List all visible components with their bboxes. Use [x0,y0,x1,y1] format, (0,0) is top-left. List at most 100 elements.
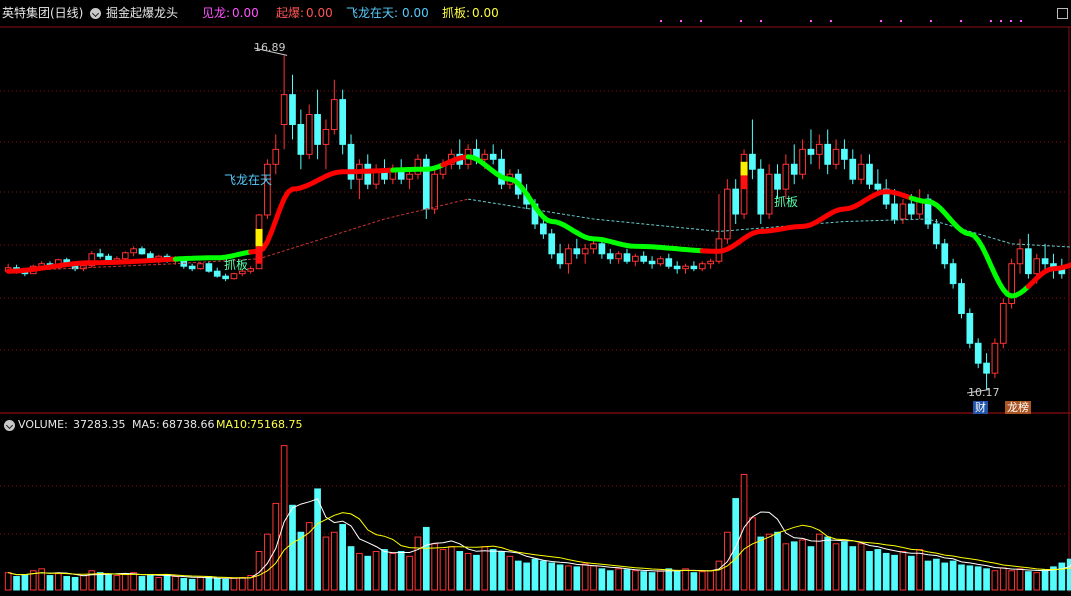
candle-body [673,265,681,270]
volume-bar [1008,570,1015,591]
volume-bar [197,576,204,591]
volume-bar [715,560,723,591]
window-toggle-icon[interactable] [1057,8,1068,19]
indicator-dropdown-icon[interactable] [90,8,101,19]
signal-dot [1010,20,1012,22]
volume-bar [974,566,982,591]
candle-body [565,248,572,265]
candle-body [707,260,714,265]
volume-bar [456,551,464,591]
signal-dot [660,20,662,22]
volume-bar [422,526,430,591]
candle-body [799,148,806,175]
volume-bar [55,573,62,591]
candle-body [682,265,689,270]
volume-bar [849,546,857,591]
volume-bar [121,573,129,591]
volume-bar [397,551,405,591]
volume-bar [1058,562,1066,591]
volume-bar [698,571,706,591]
volume-bar [1025,571,1032,591]
volume-bar [272,502,280,591]
volume-bar [657,570,664,591]
signal-bar-yellow [255,228,263,247]
dragon-list-badge[interactable]: 龙榜 [1005,401,1031,414]
candle-body [197,263,204,270]
candle-body [598,243,606,255]
indicator-name: 掘金起爆龙头 [106,6,179,20]
volume-bar [590,565,597,591]
signal-dot [880,20,882,22]
volume-bar [774,531,781,591]
field-jianlong-label: 见龙: [202,6,231,20]
candle-body [1041,258,1049,265]
candle-body [556,253,564,265]
candle-body [640,255,648,262]
volume-bar [958,564,965,591]
signal-dot [760,20,762,22]
candle-body [322,128,330,145]
candle-body [1033,258,1041,275]
volume-bar [21,574,29,591]
volume-dropdown-icon[interactable] [4,420,15,431]
signal-dot [810,20,812,22]
volume-bar [983,568,990,591]
volume-bar [1041,569,1049,591]
candle-body [698,263,706,270]
candlestick-chart [0,20,1071,592]
candle-body [121,252,129,260]
volume-bar [38,568,45,591]
candle-body [866,163,873,185]
candle-body [314,114,321,145]
candle-body [941,243,949,265]
candle-body [414,158,422,175]
candle-body [297,123,305,155]
volume-bar [815,533,823,591]
volume-bar [799,539,806,591]
volume-bar [297,531,305,591]
signal-dot [700,20,702,22]
volume-bar [999,567,1007,591]
signal-dot [960,20,962,22]
volume-bar [531,558,539,591]
finance-badge[interactable]: 财 [973,401,988,414]
field-feilong-value: 0.00 [402,6,429,20]
volume-bar [841,541,848,591]
zhuaban-annotation-2: 抓板 [774,195,799,209]
volume-bar [581,563,589,591]
field-qibao-label: 起爆: [276,6,305,20]
volume-bar [782,543,790,591]
volume-bar [130,572,137,591]
candle-body [130,248,137,254]
signal-dot [900,20,902,22]
volume-bar [473,554,480,591]
volume-bar [606,570,614,591]
candle-body [999,303,1007,344]
volume-bar [506,555,514,591]
volume-bar [230,577,238,591]
candle-body [489,153,497,160]
volume-bar [439,549,447,591]
candle-body [690,265,698,270]
candle-body [498,158,505,185]
candle-body [1016,248,1024,265]
candle-body [272,148,280,165]
volume-bar [790,541,798,591]
volume-bar [481,546,489,591]
volume-bar [648,572,656,591]
candle-body [247,268,255,272]
volume-bar [46,575,54,591]
field-jianlong-value: 0.00 [232,6,259,20]
candle-body [949,263,957,285]
candle-body [590,243,597,250]
volume-bar [765,533,773,591]
volume-bar [4,572,12,591]
signal-dot [930,20,932,22]
candle-body [832,148,840,165]
volume-bar [339,524,347,591]
candle-body [289,94,296,125]
candle-body [765,173,773,215]
volume-bar [80,575,87,591]
candle-body [280,94,288,125]
candle-body [790,163,798,175]
